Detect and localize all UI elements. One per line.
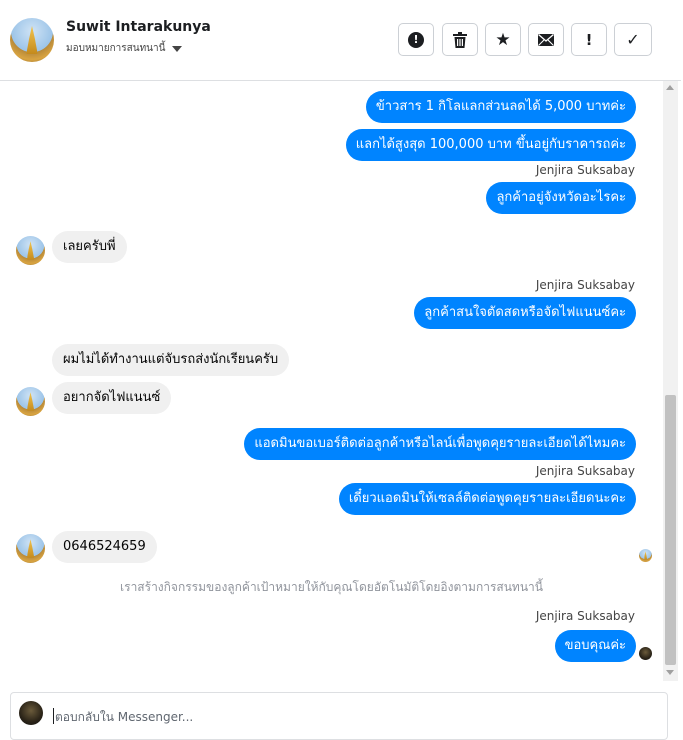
contact-avatar[interactable] (10, 18, 54, 62)
contact-name[interactable]: Suwit Intarakunya (66, 19, 211, 35)
caret-down-icon (172, 45, 183, 52)
contact-avatar (16, 387, 45, 416)
incoming-message[interactable]: ผมไม่ได้ทำงานแต่จับรถส่งนักเรียนครับ (52, 344, 290, 376)
alert-button[interactable]: ! (398, 23, 434, 56)
outgoing-message[interactable]: แอดมินขอเบอร์ติดต่อลูกค้าหรือไลน์เพื่อพู… (244, 428, 636, 460)
outgoing-message[interactable]: ลูกค้าอยู่จังหวัดอะไรคะ (486, 182, 636, 214)
outgoing-message[interactable]: ข้าวสาร 1 กิโลแลกส่วนลดได้ 5,000 บาทค่ะ (365, 91, 636, 123)
scroll-thumb[interactable] (665, 395, 676, 665)
scroll-down-arrow[interactable] (666, 670, 674, 675)
envelope-icon (538, 33, 554, 46)
sender-name: Jenjira Suksabay (535, 278, 635, 292)
exclamation-icon: ! (585, 30, 593, 49)
incoming-message[interactable]: อยากจัดไฟแนนซ์ (52, 382, 172, 414)
reply-input[interactable] (53, 705, 637, 729)
done-button[interactable]: ✓ (614, 23, 652, 56)
outgoing-message[interactable]: แลกได้สูงสุด 100,000 บาท ขึ้นอยู่กับราคา… (345, 129, 636, 161)
incoming-message[interactable]: 0646524659 (52, 531, 157, 563)
assign-conversation-dropdown[interactable]: มอบหมายการสนทนานี้ (66, 41, 183, 56)
read-receipt-avatar (639, 549, 652, 562)
mark-unread-button[interactable] (528, 23, 564, 56)
system-note: เราสร้างกิจกรรมของลูกค้าเป้าหมายให้กับคุ… (120, 580, 543, 594)
scroll-up-arrow[interactable] (666, 85, 674, 90)
sender-name: Jenjira Suksabay (535, 609, 635, 623)
read-receipt-avatar (639, 647, 652, 660)
exclamation-circle-icon: ! (408, 31, 424, 48)
check-icon: ✓ (626, 30, 640, 49)
trash-icon (453, 31, 467, 48)
contact-avatar (16, 534, 45, 563)
outgoing-message[interactable]: ลูกค้าสนใจตัดสดหรือจัดไฟแนนซ์คะ (414, 297, 636, 329)
incoming-message[interactable]: เลยครับพี่ (52, 231, 127, 263)
delete-button[interactable] (442, 23, 478, 56)
sender-name: Jenjira Suksabay (535, 464, 635, 478)
reply-composer (10, 692, 668, 740)
sender-name: Jenjira Suksabay (535, 163, 635, 177)
chat-scrollbar[interactable] (663, 81, 678, 681)
star-button[interactable]: ★ (485, 23, 521, 56)
text-cursor (53, 708, 54, 724)
contact-avatar (16, 236, 45, 265)
message-thread[interactable]: ข้าวสาร 1 กิโลแลกส่วนลดได้ 5,000 บาทค่ะ … (0, 81, 663, 681)
page-avatar (19, 701, 43, 725)
star-icon: ★ (495, 29, 511, 50)
conversation-header: Suwit Intarakunya มอบหมายการสนทนานี้ ! ★… (0, 0, 681, 81)
outgoing-message[interactable]: เดี๋ยวแอดมินให้เซลล์ติดต่อพูดคุยรายละเอี… (338, 483, 636, 515)
spam-button[interactable]: ! (571, 23, 607, 56)
outgoing-message[interactable]: ขอบคุณค่ะ (554, 630, 636, 662)
assign-label: มอบหมายการสนทนานี้ (66, 43, 166, 54)
